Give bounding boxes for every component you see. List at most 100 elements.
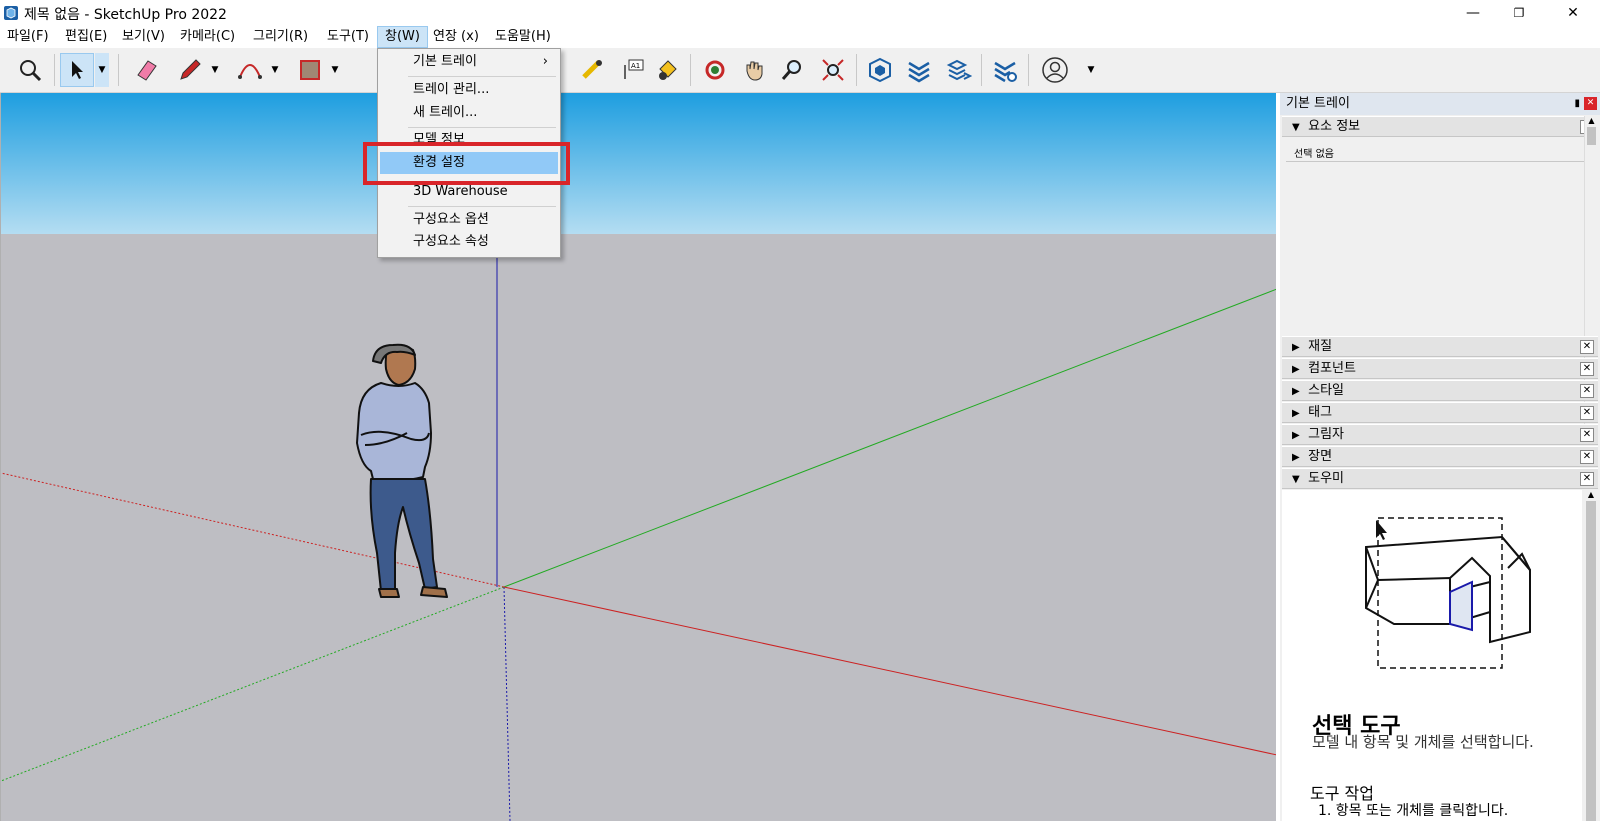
toolbar-separator: [856, 54, 857, 86]
eraser-icon[interactable]: [130, 53, 164, 87]
select-icon[interactable]: [60, 53, 94, 87]
panel-styles-label: 스타일: [1308, 383, 1345, 398]
pencil-icon[interactable]: [173, 53, 207, 87]
profile-icon[interactable]: [1038, 53, 1072, 87]
instructor-ops-item: 1. 항목 또는 개체를 클릭합니다.: [1318, 803, 1509, 819]
ground: [1, 234, 1276, 821]
scroll-thumb[interactable]: [1586, 501, 1596, 821]
panel-close-icon[interactable]: ✕: [1580, 362, 1594, 376]
instructor-scrollbar[interactable]: ▲: [1584, 490, 1598, 821]
menu-item-new-tray[interactable]: 새 트레이...: [380, 102, 558, 124]
arc-icon[interactable]: [233, 53, 267, 87]
arc-dropdown-icon[interactable]: ▼: [268, 53, 282, 87]
panel-close-icon[interactable]: ✕: [1580, 450, 1594, 464]
rectangle-dropdown-icon[interactable]: ▼: [328, 53, 342, 87]
close-button[interactable]: ✕: [1550, 0, 1596, 26]
extension-warehouse-icon[interactable]: [902, 53, 936, 87]
pin-icon[interactable]: ▮: [1574, 93, 1580, 115]
menu-window[interactable]: 창(W): [377, 26, 428, 48]
menu-file[interactable]: 파일(F): [0, 26, 56, 48]
panel-close-icon[interactable]: ✕: [1580, 472, 1594, 486]
menu-extensions[interactable]: 연장 (x): [426, 26, 486, 48]
tray-title: 기본 트레이 ▮ ✕: [1280, 93, 1600, 115]
menu-tools[interactable]: 도구(T): [320, 26, 376, 48]
minimize-button[interactable]: —: [1450, 0, 1496, 26]
pan-icon[interactable]: [737, 53, 771, 87]
panel-close-icon[interactable]: ✕: [1580, 428, 1594, 442]
menu-edit[interactable]: 편집(E): [58, 26, 114, 48]
menu-help[interactable]: 도움말(H): [488, 26, 558, 48]
expand-triangle-icon: ▶: [1292, 408, 1300, 419]
panel-materials[interactable]: ▶ 재질 ✕: [1282, 336, 1598, 357]
text-icon[interactable]: A1: [615, 53, 649, 87]
toolbar-separator: [54, 54, 55, 86]
menu-view[interactable]: 보기(V): [115, 26, 172, 48]
zoom-icon[interactable]: [776, 53, 810, 87]
collapse-triangle-icon: ▼: [1292, 122, 1300, 133]
panel-entity-info[interactable]: ▼ 요소 정보 ✕: [1282, 116, 1598, 137]
pencil-dropdown-icon[interactable]: ▼: [208, 53, 222, 87]
panel-instructor[interactable]: ▼ 도우미 ✕: [1282, 468, 1598, 489]
scroll-thumb[interactable]: [1587, 127, 1596, 145]
tape-measure-icon[interactable]: [575, 53, 609, 87]
profile-dropdown-icon[interactable]: ▼: [1084, 53, 1098, 87]
panel-tags[interactable]: ▶ 태그 ✕: [1282, 402, 1598, 423]
menu-draw[interactable]: 그리기(R): [246, 26, 315, 48]
panel-scenes-label: 장면: [1308, 449, 1333, 464]
menu-item-component-options[interactable]: 구성요소 옵션: [380, 209, 558, 231]
select-dropdown-icon[interactable]: ▼: [95, 53, 109, 87]
paint-bucket-icon[interactable]: [650, 53, 684, 87]
warehouse-icon[interactable]: [863, 53, 897, 87]
toolbar-separator: [690, 54, 691, 86]
extension-manager-icon[interactable]: [988, 53, 1022, 87]
zoom-extents-icon[interactable]: [13, 53, 47, 87]
sky: [1, 93, 1276, 234]
tray-close-icon[interactable]: ✕: [1584, 97, 1597, 110]
scroll-up-icon[interactable]: ▲: [1584, 490, 1598, 499]
restore-button[interactable]: ❐: [1496, 0, 1542, 26]
panel-shadows[interactable]: ▶ 그림자 ✕: [1282, 424, 1598, 445]
panel-styles[interactable]: ▶ 스타일 ✕: [1282, 380, 1598, 401]
menu-camera[interactable]: 카메라(C): [173, 26, 242, 48]
instructor-tool-desc: 모델 내 항목 및 개체를 선택합니다.: [1312, 733, 1534, 751]
expand-triangle-icon: ▶: [1292, 386, 1300, 397]
panel-tags-label: 태그: [1308, 405, 1333, 420]
panel-materials-label: 재질: [1308, 339, 1333, 354]
layout-icon[interactable]: [942, 53, 976, 87]
tray-title-label: 기본 트레이: [1286, 96, 1350, 111]
menu-item-default-tray-label: 기본 트레이: [413, 54, 477, 69]
panel-shadows-label: 그림자: [1308, 427, 1345, 442]
panel-scenes[interactable]: ▶ 장면 ✕: [1282, 446, 1598, 467]
instructor-content: 선택 도구 모델 내 항목 및 개체를 선택합니다. 도구 작업 1. 항목 또…: [1282, 490, 1582, 821]
expand-triangle-icon: ▶: [1292, 452, 1300, 463]
entity-info-divider: [1286, 161, 1584, 162]
panel-components[interactable]: ▶ 컴포넌트 ✕: [1282, 358, 1598, 379]
menu-separator: [408, 127, 556, 128]
panel-close-icon[interactable]: ✕: [1580, 384, 1594, 398]
menu-bar: 파일(F) 편집(E) 보기(V) 카메라(C) 그리기(R) 도구(T) 창(…: [0, 26, 1600, 48]
menu-separator: [408, 206, 556, 207]
menu-item-component-attributes[interactable]: 구성요소 속성: [380, 231, 558, 253]
entity-info-value: 선택 없음: [1294, 149, 1334, 160]
toolbar: ▼ ▼ ▼ ▼ A1 ▼: [0, 48, 1600, 93]
menu-separator: [408, 76, 556, 77]
panel-entity-info-label: 요소 정보: [1308, 119, 1361, 134]
default-tray: 기본 트레이 ▮ ✕ ▼ 요소 정보 ✕ 선택 없음 ▲ ▶ 재질 ✕ ▶ 컴포…: [1280, 93, 1600, 821]
expand-triangle-icon: ▶: [1292, 342, 1300, 353]
model-viewport[interactable]: [0, 93, 1276, 821]
zoom-window-icon[interactable]: [816, 53, 850, 87]
panel-close-icon[interactable]: ✕: [1580, 406, 1594, 420]
rectangle-icon[interactable]: [293, 53, 327, 87]
sketchup-logo-icon: [4, 6, 18, 20]
orbit-icon[interactable]: [698, 53, 732, 87]
expand-triangle-icon: ▶: [1292, 364, 1300, 375]
svg-text:A1: A1: [631, 62, 640, 70]
panel-instructor-label: 도우미: [1308, 471, 1345, 486]
title-bar: 제목 없음 - SketchUp Pro 2022 — ❐ ✕: [0, 0, 1600, 26]
submenu-arrow-icon: ›: [542, 54, 548, 69]
expand-triangle-icon: ▶: [1292, 430, 1300, 441]
menu-item-default-tray[interactable]: 기본 트레이 ›: [380, 51, 558, 73]
panel-close-icon[interactable]: ✕: [1580, 340, 1594, 354]
menu-item-manage-trays[interactable]: 트레이 관리...: [380, 79, 558, 101]
scroll-up-icon[interactable]: ▲: [1585, 116, 1598, 125]
